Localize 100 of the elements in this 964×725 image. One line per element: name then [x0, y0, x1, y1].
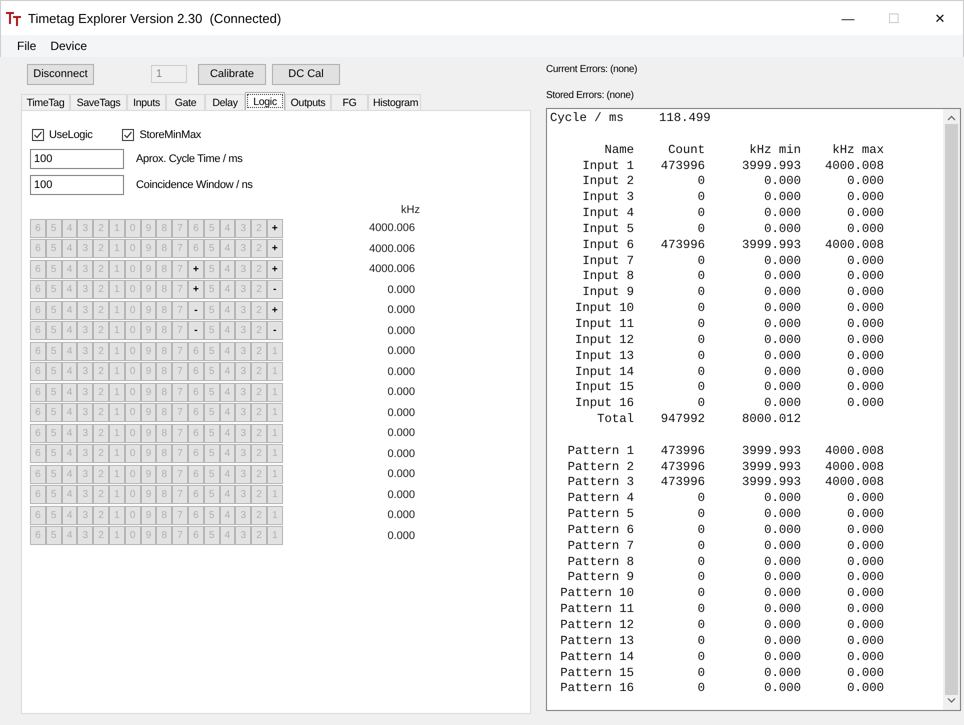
table-cell-text: 0.000	[763, 364, 801, 380]
table-cell-text: 0	[696, 666, 705, 682]
tab[interactable]: Logic	[245, 92, 285, 110]
table-cell-text: 0	[696, 602, 705, 618]
table-cell-text: 0.000	[846, 491, 884, 508]
disconnect-button[interactable]: Disconnect	[27, 64, 94, 84]
table-cell-text: 0	[696, 570, 705, 586]
table-cell-text: 0.000	[846, 301, 884, 317]
table-cell-text: 0	[696, 254, 705, 270]
table-cell-text: 0	[696, 586, 705, 602]
table-cell-text: 8000.012	[740, 412, 801, 428]
logic-toggle[interactable]: +	[266, 239, 283, 258]
tab[interactable]: SaveTags	[70, 94, 127, 110]
tab[interactable]: FG	[331, 94, 368, 110]
input-field[interactable]: 100	[30, 175, 124, 195]
scroll-up-icon[interactable]	[947, 115, 956, 122]
tab[interactable]: TimeTag	[21, 94, 70, 110]
scroll-down-icon[interactable]	[947, 697, 956, 704]
table-cell-text: 0.000	[846, 222, 884, 238]
table-cell-text: 0	[696, 316, 705, 333]
table-cell-text: Pattern 2	[566, 460, 634, 476]
rate-value: 0.000	[386, 467, 415, 482]
table-cell-text: 0	[696, 269, 705, 286]
logic-toggle[interactable]: +	[266, 218, 283, 238]
table-cell-text: Pattern 12	[559, 618, 634, 634]
rate-value: 4000.006	[368, 262, 415, 277]
checkbox[interactable]: StoreMinMax	[122, 129, 201, 141]
table-cell-text: 3999.993	[740, 444, 801, 460]
close-button[interactable]: ✕	[917, 6, 963, 30]
rate-value: 0.000	[386, 385, 415, 400]
scrollbar-thumb[interactable]	[945, 124, 958, 695]
table-cell-text: 3999.993	[740, 460, 801, 476]
table-cell-text: 0.000	[846, 570, 884, 586]
table-cell-text: 0	[696, 507, 705, 523]
table-cell-text: 473996	[660, 475, 705, 492]
table-cell-text: 473996	[660, 460, 705, 476]
table-cell-text: 3999.993	[740, 475, 801, 492]
table-cell-text: 0.000	[763, 507, 801, 523]
logic-toggle[interactable]: +	[188, 280, 204, 300]
logic-toggle[interactable]: +	[188, 260, 204, 279]
rate-value: 0.000	[386, 324, 415, 338]
readout-label: Cycle / ms	[550, 111, 625, 127]
menu-item[interactable]: File	[17, 37, 44, 55]
table-cell-text: 0.000	[846, 190, 884, 206]
logic-toggle[interactable]: -	[266, 280, 283, 300]
rate-value: 0.000	[386, 344, 415, 359]
table-cell-text: 0.000	[846, 285, 884, 302]
table-cell-text: 0	[696, 332, 705, 349]
table-cell-text: 0.000	[763, 586, 801, 602]
table-cell-text: 0	[696, 491, 705, 508]
table-cell-text: 4000.008	[824, 444, 884, 460]
table-cell-text: Pattern 6	[566, 522, 634, 539]
window-title: Timetag Explorer Version 2.30 (Connected)	[28, 10, 282, 26]
table-cell-text: 0.000	[846, 348, 884, 364]
table-cell-text: Pattern 1	[566, 444, 634, 460]
table-cell-text: 0	[696, 348, 705, 364]
table-cell-text: 0.000	[846, 507, 884, 523]
table-cell-text: 0.000	[763, 301, 801, 317]
tab[interactable]: Gate	[166, 94, 205, 110]
table-cell-text: 0	[696, 364, 705, 380]
readout-value: 118.499	[659, 111, 711, 127]
rate-value: 0.000	[386, 508, 415, 523]
table-cell-text: 0	[696, 380, 705, 396]
checkbox[interactable]: UseLogic	[32, 129, 92, 141]
table-cell-text: Input 5	[581, 222, 634, 238]
table-cell-text: 0.000	[846, 634, 884, 650]
table-cell-text: 0.000	[846, 522, 884, 539]
table-cell-text: 0.000	[763, 254, 801, 270]
tab[interactable]: Inputs	[127, 94, 166, 110]
dc-cal-button[interactable]: DC Cal	[272, 64, 340, 84]
logic-toggle[interactable]: +	[266, 260, 283, 279]
table-cell-text: Input 3	[581, 190, 634, 206]
tab[interactable]: Outputs	[285, 94, 331, 110]
table-cell-text: Pattern 14	[559, 650, 634, 666]
table-cell-text: 3999.993	[740, 158, 801, 174]
table-cell-text: 0.000	[763, 570, 801, 586]
logic-toggle[interactable]: -	[188, 300, 204, 320]
table-cell-text: 0.000	[846, 618, 884, 634]
input-field[interactable]: 100	[30, 149, 124, 169]
table-cell-text: 0.000	[763, 538, 801, 555]
table-cell-text: 0	[696, 301, 705, 317]
logic-toggle[interactable]: -	[188, 321, 204, 340]
minimize-button[interactable]: —	[825, 6, 871, 30]
table-cell-text: 0.000	[846, 254, 884, 270]
table-cell-text: 0.000	[846, 602, 884, 618]
rate-value: 0.000	[386, 446, 415, 462]
calibrate-button[interactable]: Calibrate	[198, 64, 266, 84]
menu-item[interactable]: Device	[50, 37, 96, 55]
table-cell-text: 0	[696, 538, 705, 555]
table-cell-text: 473996	[660, 444, 705, 460]
logic-toggle[interactable]: +	[266, 300, 283, 320]
tab[interactable]: Delay	[205, 94, 245, 110]
tab[interactable]: Histogram	[368, 94, 421, 110]
table-cell-text: Input 6	[581, 238, 634, 254]
table-cell-text: 0.000	[763, 348, 801, 364]
table-cell-text: 0.000	[763, 681, 801, 698]
logic-toggle[interactable]: -	[266, 321, 283, 340]
table-cell-text: 0.000	[763, 222, 801, 238]
table-cell-text: 4000.008	[824, 158, 884, 174]
table-cell-text: 0.000	[763, 666, 801, 682]
